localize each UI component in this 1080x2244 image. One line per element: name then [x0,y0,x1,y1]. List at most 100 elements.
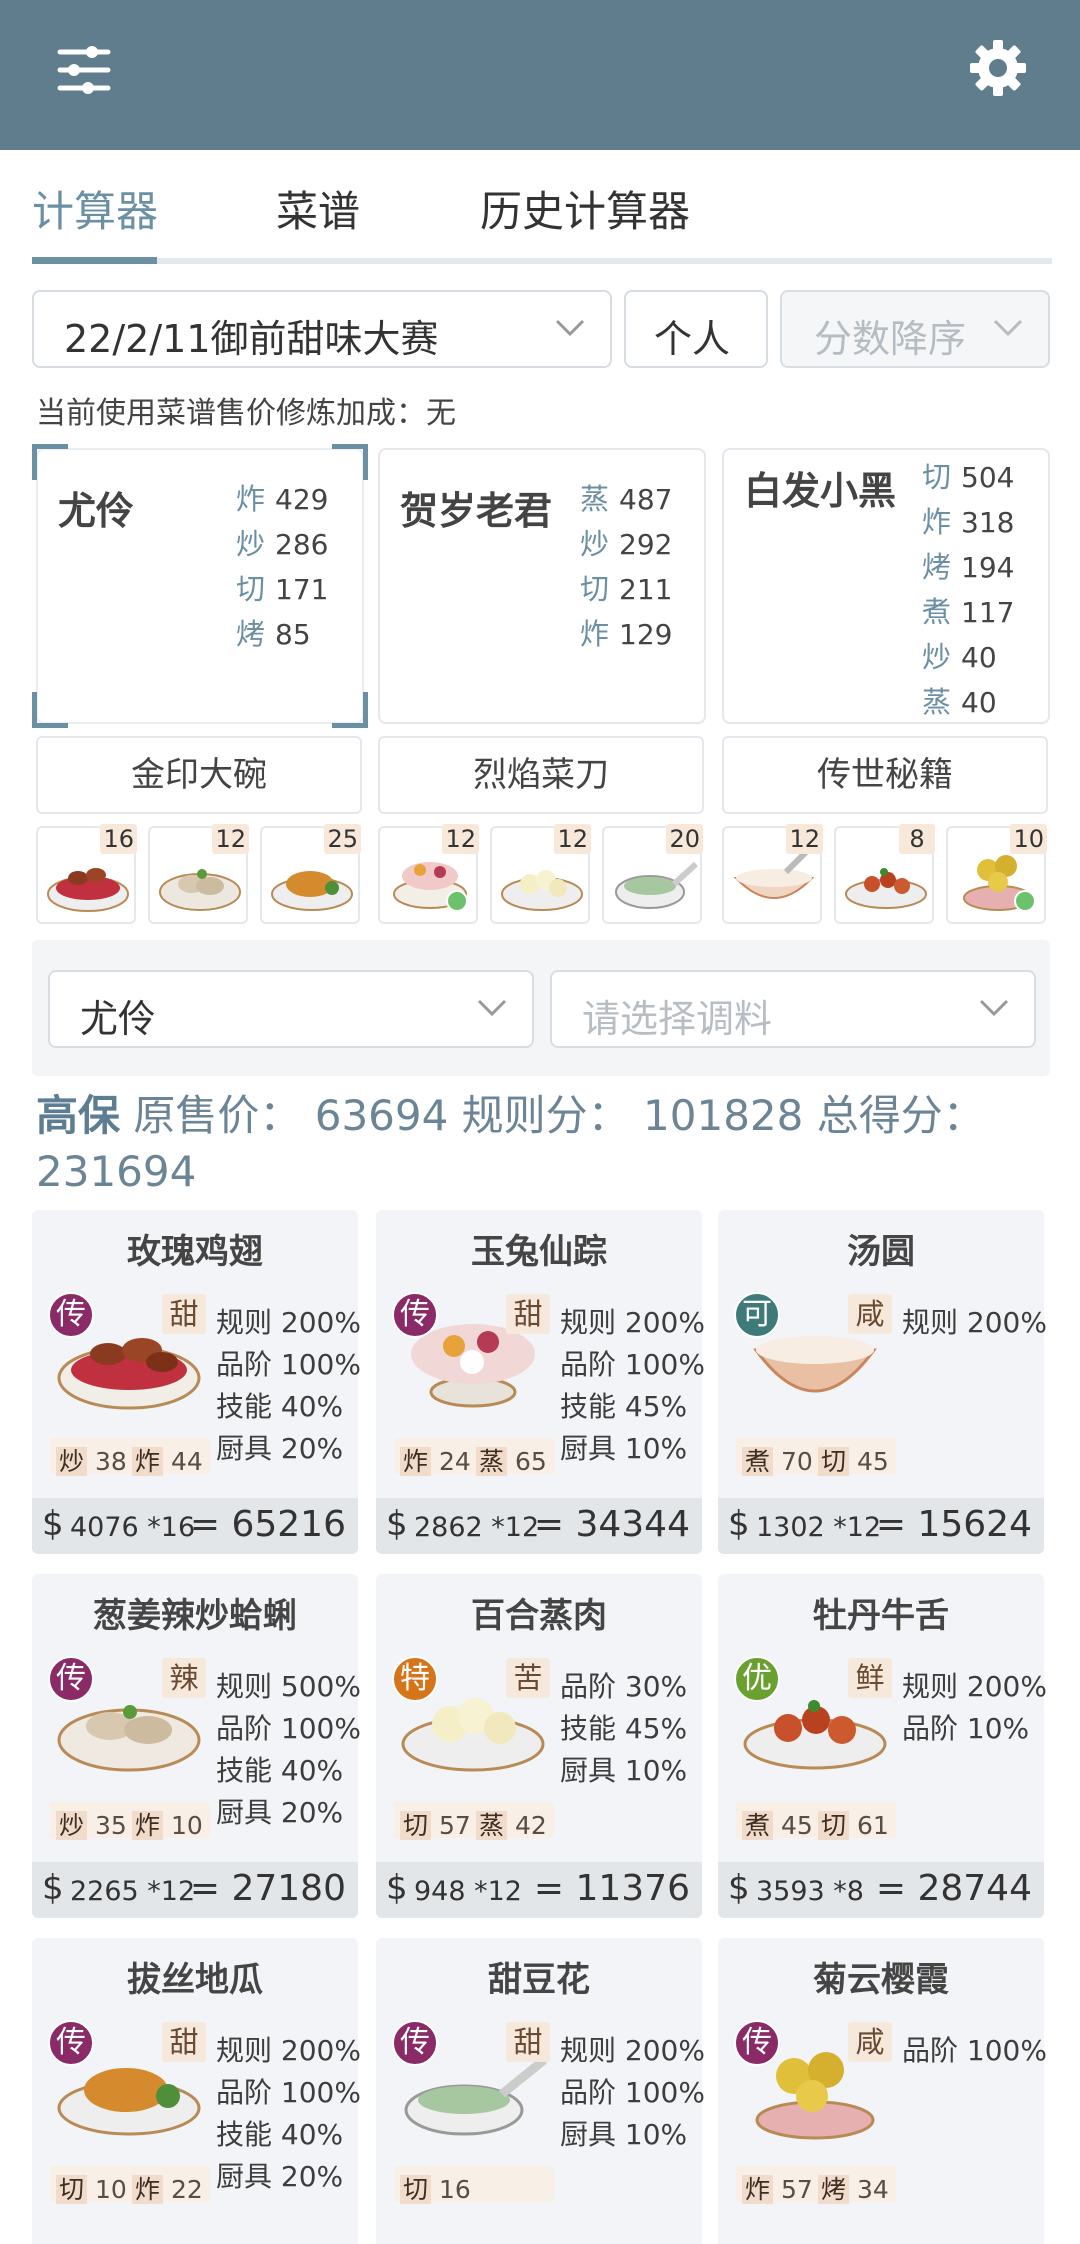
mode-label: 个人 [654,317,731,361]
requirement-value: 57 [438,1811,471,1840]
price-calc: 1302 *12 [756,1512,882,1543]
equipment-slot[interactable]: 传世秘籍 [722,736,1048,814]
dish-stat: 品阶 100% [216,1348,361,1381]
dish-quantity: 8 [899,824,935,854]
requirement-type: 蒸 [476,1811,508,1840]
equipment-slot[interactable]: 金印大碗 [36,736,362,814]
dish-name: 玫瑰鸡翅 [127,1232,263,1272]
dish-card[interactable]: 拔丝地瓜 传 甜 规则 200% 品阶 100% 技能 40% 厨具 20% 切 10… [32,1938,361,2244]
sort-select[interactable]: 分数降序 [780,290,1050,368]
chef-skill: 切 171 [236,566,328,611]
dish-thumbnail[interactable]: 16 [36,824,137,924]
price-total: = 28744 [875,1868,1032,1909]
dish-stat: 品阶 30% [560,1670,688,1703]
requirement-type: 炸 [132,1447,164,1476]
dish-price-bar: $ 1302 *12 = 15624 [718,1498,1044,1554]
dish-card[interactable]: 汤圆 可 咸 规则 200% 煮 70 切 45 $ 1302 *12 = 156… [718,1210,1047,1554]
skill-type: 炸 [580,617,610,651]
dish-stat: 品阶 100% [216,1712,361,1745]
chef-select-value: 尤伶 [80,997,157,1041]
price-calc: 4076 *16 [70,1512,196,1543]
sliders-icon[interactable] [52,38,116,102]
skill-type: 蒸 [580,482,610,516]
dish-requirement: 煮 70 [742,1442,813,1478]
dish-stats: 规则 200% 品阶 100% 技能 40% 厨具 20% [216,1302,361,1470]
chef-card[interactable]: 白发小黑 切 504 炸 318 烤 194 煮 117 炒 40 蒸 40 [722,448,1050,724]
dish-taste-tag: 甜 [506,1294,550,1334]
chef-skill: 炒 286 [236,521,328,566]
dish-thumbnail[interactable]: 25 [260,824,361,924]
condiment-select[interactable]: 请选择调料 [550,970,1036,1048]
dish-card[interactable]: 甜豆花 传 甜 规则 200% 品阶 100% 厨具 10% 切 16 [376,1938,705,2244]
dish-requirement: 炸 44 [132,1442,203,1478]
dish-thumbnail[interactable]: 12 [722,824,823,924]
equipment-slot[interactable]: 烈焰菜刀 [378,736,704,814]
dish-taste-tag: 甜 [506,2022,550,2062]
dish-stat: 技能 45% [560,1390,688,1423]
dish-requirement: 切 45 [818,1442,889,1478]
dish-card[interactable]: 菊云樱霞 传 咸 品阶 100% 炸 57 烤 34 [718,1938,1047,2244]
skill-type: 炒 [236,527,266,561]
dish-name: 拔丝地瓜 [127,1960,263,2000]
chef-skill: 炒 40 [922,634,1014,679]
dish-stat: 品阶 100% [902,2034,1047,2067]
chef-skill: 烤 194 [922,544,1014,589]
requirement-value: 22 [170,2175,203,2204]
chef-card[interactable]: 贺岁老君 蒸 487 炒 292 切 211 炸 129 [378,448,706,724]
chef-skill: 烤 85 [236,611,328,656]
requirement-type: 炸 [132,1811,164,1840]
gear-icon[interactable] [966,36,1030,100]
tab-calculator[interactable]: 计算器 [32,178,158,239]
skill-type: 切 [236,572,266,606]
dish-thumbnail[interactable]: 10 [946,824,1047,924]
dish-thumbnail[interactable]: 12 [148,824,249,924]
tab-recipes[interactable]: 菜谱 [276,178,360,239]
price-calc: 3593 *8 [756,1876,864,1907]
contest-select[interactable]: 22/2/11御前甜味大赛 [32,290,612,368]
dish-thumbnail[interactable]: 20 [602,824,703,924]
dish-requirement: 切 57 [400,1806,471,1842]
dish-thumbnail[interactable]: 12 [378,824,479,924]
dish-grade-badge: 优 [734,1656,780,1702]
dish-card[interactable]: 牡丹牛舌 优 鲜 规则 200% 品阶 10% 煮 45 切 61 $ 3593 *… [718,1574,1047,1918]
requirement-value: 34 [856,2175,889,2204]
tab-history-calculator[interactable]: 历史计算器 [480,178,690,239]
chef-name: 尤伶 [58,489,135,533]
dish-stat: 厨具 10% [560,1754,688,1787]
dish-stats: 规则 200% 品阶 100% 技能 40% 厨具 20% [216,2030,361,2198]
dish-card[interactable]: 葱姜辣炒蛤蜊 传 辣 规则 500% 品阶 100% 技能 40% 厨具 20% 炒 … [32,1574,361,1918]
dish-card[interactable]: 玉兔仙踪 传 甜 规则 200% 品阶 100% 技能 45% 厨具 10% 炸 24… [376,1210,705,1554]
skill-value: 318 [961,506,1015,539]
dish-requirement: 炸 24 [400,1442,471,1478]
dish-price-bar: $ 3593 *8 = 28744 [718,1862,1044,1918]
dish-requirements: 切 16 [394,2166,554,2204]
dish-card[interactable]: 玫瑰鸡翅 传 甜 规则 200% 品阶 100% 技能 40% 厨具 20% 炒 38… [32,1210,361,1554]
chef-card[interactable]: 尤伶 炸 429 炒 286 切 171 烤 85 [32,444,368,728]
app-bar [0,0,1080,150]
skill-value: 292 [619,528,673,561]
chef-skills: 切 504 炸 318 烤 194 煮 117 炒 40 蒸 40 [922,454,1014,724]
dish-stats: 规则 200% 品阶 100% 技能 45% 厨具 10% [560,1302,705,1470]
requirement-value: 10 [170,1811,203,1840]
chef-name: 贺岁老君 [400,489,553,533]
price-calc: 2265 *12 [70,1876,196,1907]
chef-skill: 炸 129 [580,611,672,656]
dish-thumbnail[interactable]: 8 [834,824,935,924]
dish-thumbnail[interactable]: 12 [490,824,591,924]
skill-value: 286 [275,528,329,561]
skill-value: 40 [961,686,997,719]
requirement-value: 38 [94,1447,127,1476]
dish-stat: 品阶 100% [560,2076,705,2109]
dish-requirements: 切 10 炸 22 [50,2166,210,2204]
chef-name: 白发小黑 [744,469,897,513]
requirement-type: 炸 [132,2175,164,2204]
skill-type: 煮 [922,595,952,629]
dish-card[interactable]: 百合蒸肉 特 苦 品阶 30% 技能 45% 厨具 10% 切 57 蒸 42 $ 9… [376,1574,702,1918]
mode-button[interactable]: 个人 [624,290,768,368]
dish-name: 菊云樱霞 [813,1960,949,2000]
skill-value: 85 [275,618,311,651]
price-calc: 2862 *12 [414,1512,540,1543]
dish-quantity: 12 [554,824,591,854]
chef-select[interactable]: 尤伶 [48,970,534,1048]
dish-requirements: 炒 35 炸 10 [50,1802,210,1840]
